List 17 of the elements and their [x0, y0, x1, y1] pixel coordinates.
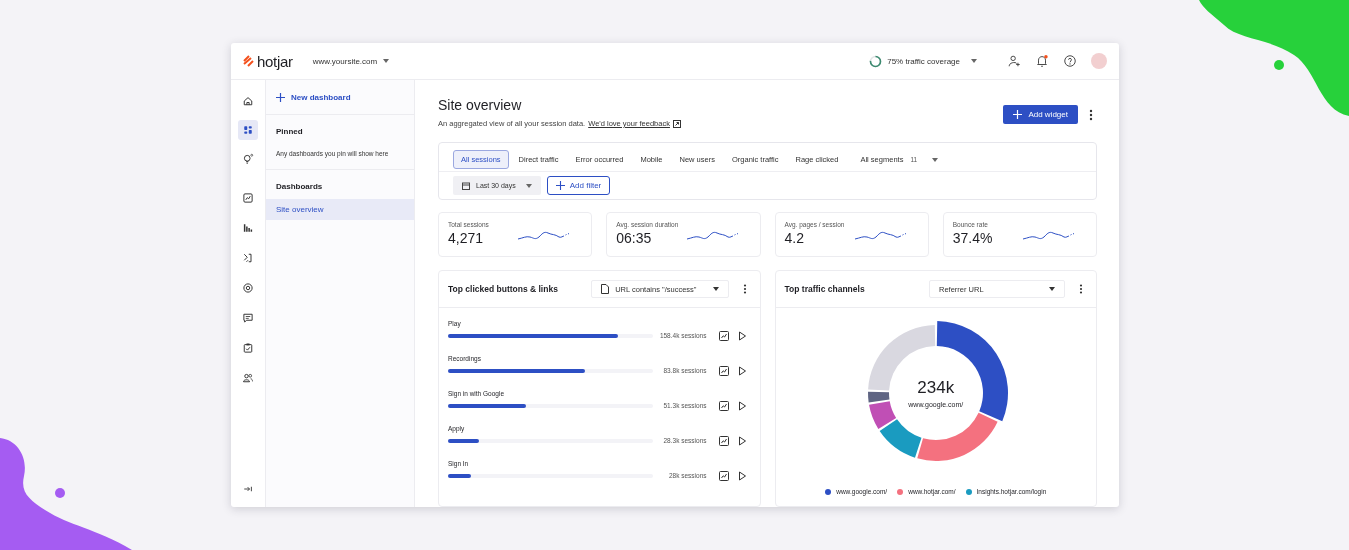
widget-title: Top clicked buttons & links: [448, 284, 559, 294]
logo-text: hotjar: [257, 52, 293, 70]
add-widget-button[interactable]: Add widget: [1003, 105, 1078, 124]
kpi-value: 06:35: [616, 230, 653, 246]
section-heading: Dashboards: [275, 181, 324, 193]
dashboard-item[interactable]: Site overview: [266, 199, 414, 220]
site-dropdown[interactable]: www.yoursite.com: [310, 54, 392, 68]
donut-center-value: 234k: [917, 378, 955, 398]
add-filter-button[interactable]: Add filter: [546, 176, 611, 195]
kpi-value: 4,271: [448, 230, 485, 246]
page-title: Site overview: [438, 97, 523, 113]
widget-title: Top traffic channels: [784, 284, 866, 294]
kpi-value: 4.2: [784, 230, 805, 246]
section-heading: Pinned: [275, 126, 304, 138]
kpi-value: 37.4%: [952, 230, 993, 246]
traffic-coverage-dropdown[interactable]: 75% traffic coverage: [863, 53, 983, 69]
new-dashboard-button[interactable]: New dashboard: [266, 80, 414, 115]
